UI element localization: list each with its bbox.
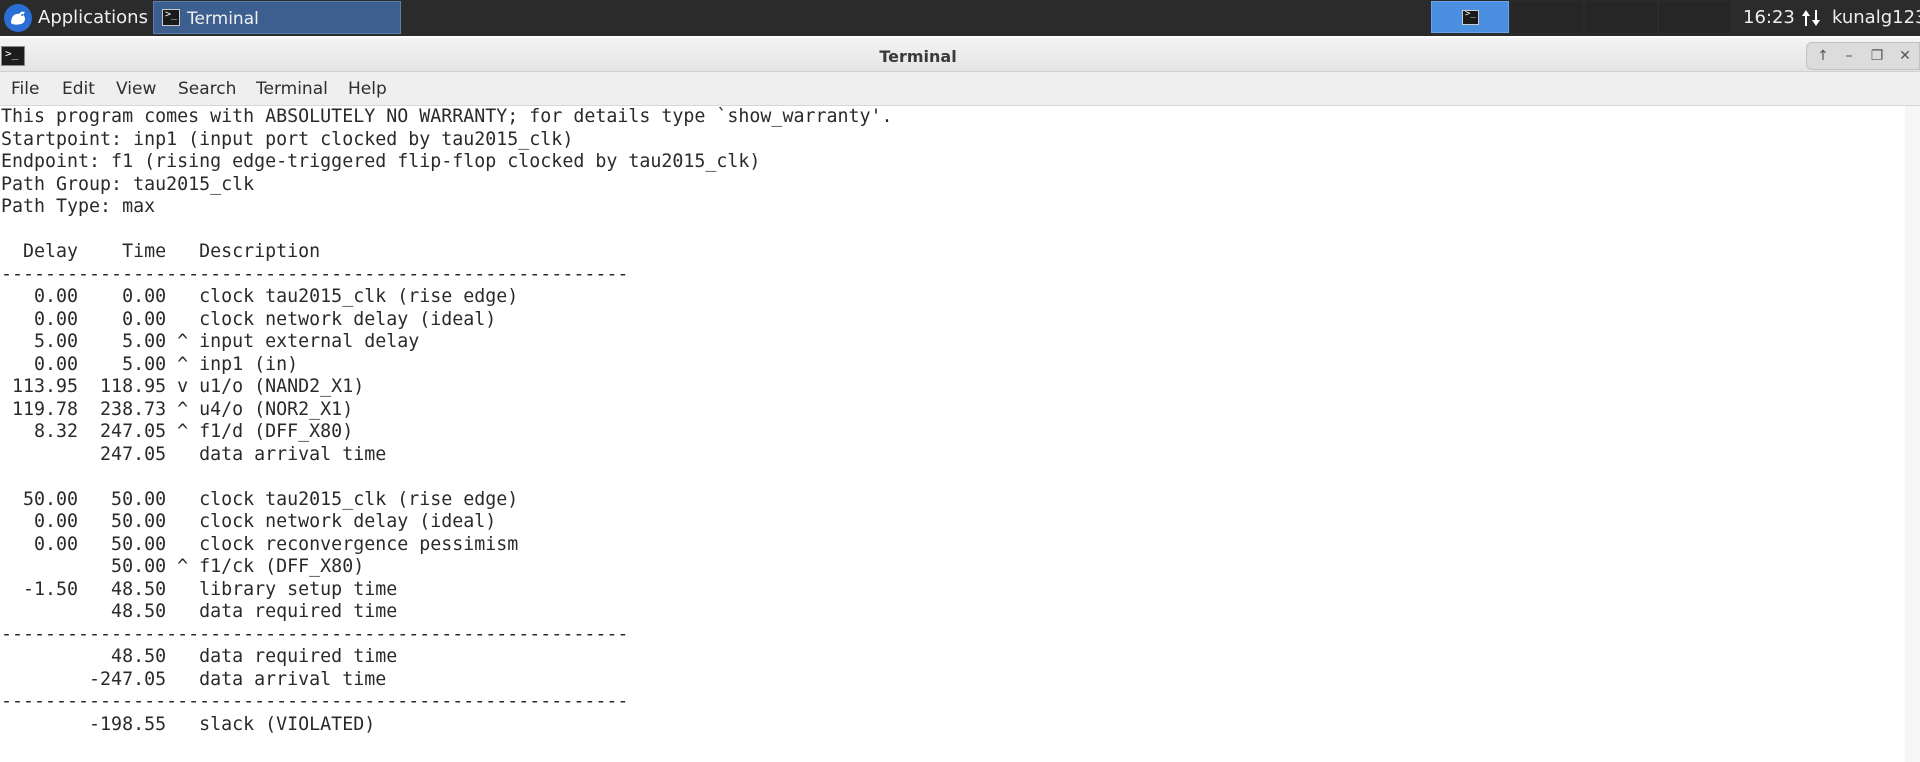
applications-menu-button[interactable]: Applications xyxy=(0,0,150,36)
applications-label: Applications xyxy=(38,7,148,28)
taskbar-terminal-button[interactable]: >_ Terminal xyxy=(153,1,401,34)
menu-file[interactable]: File xyxy=(11,79,39,99)
terminal-scrollbar[interactable] xyxy=(1905,106,1920,762)
terminal-icon: >_ xyxy=(1462,9,1479,25)
top-panel: Applications >_ Terminal >_ 16:23 kunalg… xyxy=(0,0,1920,36)
workspace-3-button[interactable] xyxy=(1585,1,1657,33)
shade-up-icon[interactable]: ↑ xyxy=(1811,45,1835,67)
maximize-icon[interactable]: ❐ xyxy=(1865,45,1889,67)
window-controls: ↑ – ❐ ✕ xyxy=(1806,42,1920,70)
taskbar-terminal-label: Terminal xyxy=(187,9,259,29)
xfce-mouse-logo-icon xyxy=(4,4,32,32)
window-title: Terminal xyxy=(879,47,957,66)
terminal-output: This program comes with ABSOLUTELY NO WA… xyxy=(1,106,893,735)
terminal-area[interactable]: This program comes with ABSOLUTELY NO WA… xyxy=(0,106,1920,762)
workspace-1-button[interactable]: >_ xyxy=(1431,1,1509,33)
menu-view[interactable]: View xyxy=(116,79,156,99)
menu-help[interactable]: Help xyxy=(348,79,387,99)
panel-user-name[interactable]: kunalg123 xyxy=(1832,7,1920,28)
menu-edit[interactable]: Edit xyxy=(62,79,95,99)
panel-clock[interactable]: 16:23 xyxy=(1743,7,1795,28)
window-titlebar[interactable]: >_ Terminal xyxy=(0,38,1920,72)
terminal-icon: >_ xyxy=(162,9,180,26)
menubar: File Edit View Search Terminal Help xyxy=(0,72,1920,106)
menu-search[interactable]: Search xyxy=(178,79,236,99)
close-icon[interactable]: ✕ xyxy=(1893,45,1917,67)
minimize-icon[interactable]: – xyxy=(1837,45,1861,67)
workspace-2-button[interactable] xyxy=(1511,1,1583,33)
menu-terminal[interactable]: Terminal xyxy=(256,79,328,99)
workspace-4-button[interactable] xyxy=(1659,1,1731,33)
network-updown-icon[interactable] xyxy=(1800,7,1822,29)
